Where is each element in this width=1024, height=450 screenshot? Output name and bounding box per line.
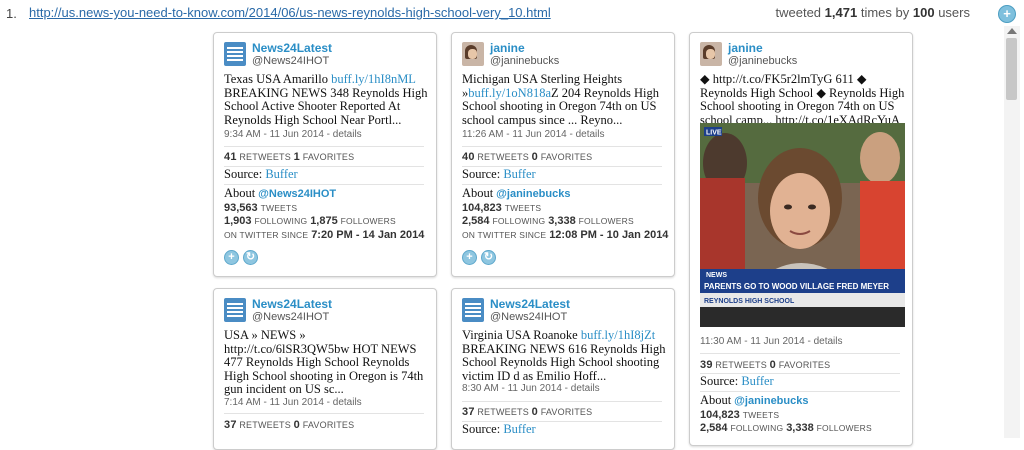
tweet-card: News24Latest @News24IHOT Texas USA Amari… xyxy=(213,32,437,277)
divider xyxy=(462,401,662,402)
tweet-link[interactable]: buff.ly/1hI8jZt xyxy=(581,328,655,342)
engagement-counts: 40 RETWEETS 0 FAVORITES xyxy=(462,151,593,163)
user-about: About @janinebucks 104,823 TWEETS 2,584 … xyxy=(462,186,669,241)
tweet-timestamp[interactable]: 9:34 AM - 11 Jun 2014 - details xyxy=(224,129,362,140)
card-actions: + ↻ xyxy=(224,249,262,265)
photo-news-tag: NEWS xyxy=(706,272,727,279)
tweet-text: Texas USA Amarillo buff.ly/1hI8nML BREAK… xyxy=(224,72,428,127)
photo-banner-text: PARENTS GO TO WOOD VILLAGE FRED MEYER xyxy=(704,282,889,291)
user-handle: @janinebucks xyxy=(490,55,560,67)
about-handle-link[interactable]: @janinebucks xyxy=(734,395,808,407)
result-header: 1. http://us.news-you-need-to-know.com/2… xyxy=(0,0,1000,26)
user-handle: @News24IHOT xyxy=(490,311,568,323)
user-name[interactable]: News24Latest xyxy=(252,41,332,55)
tweet-timestamp[interactable]: 7:14 AM - 11 Jun 2014 - details xyxy=(224,397,362,408)
divider xyxy=(700,353,900,354)
user-name[interactable]: janine xyxy=(490,41,525,55)
divider xyxy=(462,146,662,147)
engagement-counts: 37 RETWEETS 0 FAVORITES xyxy=(462,406,593,418)
about-handle-link[interactable]: @News24IHOT xyxy=(258,188,336,200)
card-actions: + ↻ xyxy=(462,249,500,265)
user-about: About @janinebucks 104,823 TWEETS 2,584 … xyxy=(700,393,872,434)
retweet-icon[interactable]: ↻ xyxy=(243,250,258,265)
divider xyxy=(700,391,900,392)
user-handle: @News24IHOT xyxy=(252,311,330,323)
tweet-card: News24Latest @News24IHOT Virginia USA Ro… xyxy=(451,288,675,450)
tweet-source: Source: Buffer xyxy=(462,167,536,181)
newspaper-icon[interactable] xyxy=(224,42,246,66)
result-url-link[interactable]: http://us.news-you-need-to-know.com/2014… xyxy=(29,5,551,20)
tweet-text: ◆ http://t.co/FK5r2lmTyG 611 ◆ Reynolds … xyxy=(700,72,905,127)
user-name[interactable]: News24Latest xyxy=(490,297,570,311)
user-about: About @News24IHOT 93,563 TWEETS 1,903 FO… xyxy=(224,186,425,241)
engagement-counts: 41 RETWEETS 1 FAVORITES xyxy=(224,151,355,163)
tweet-card: janine @janinebucks Michigan USA Sterlin… xyxy=(451,32,675,277)
tweet-text: Michigan USA Sterling Heights »buff.ly/1… xyxy=(462,72,659,127)
scrollbar-thumb[interactable] xyxy=(1006,38,1017,100)
tweet-timestamp[interactable]: 11:30 AM - 11 Jun 2014 - details xyxy=(700,336,843,347)
tweet-photo[interactable]: LIVE NEWS PARENTS GO TO WOOD VILLAGE FRE… xyxy=(700,123,905,327)
user-name[interactable]: janine xyxy=(728,41,763,55)
tweet-source: Source: Buffer xyxy=(700,374,774,388)
source-link[interactable]: Buffer xyxy=(741,374,773,388)
user-handle: @News24IHOT xyxy=(252,55,330,67)
source-link[interactable]: Buffer xyxy=(503,167,535,181)
tweet-count: 1,471 xyxy=(824,5,858,20)
scroll-up-arrow-icon[interactable] xyxy=(1007,28,1017,34)
source-link[interactable]: Buffer xyxy=(265,167,297,181)
divider xyxy=(224,413,424,414)
live-tag: LIVE xyxy=(706,130,722,137)
result-index: 1. xyxy=(6,6,17,21)
photo-subbanner-text: REYNOLDS HIGH SCHOOL xyxy=(704,298,795,305)
tweet-source: Source: Buffer xyxy=(224,167,298,181)
news-photo-image: LIVE NEWS PARENTS GO TO WOOD VILLAGE FRE… xyxy=(700,123,905,327)
divider xyxy=(224,184,424,185)
user-count: 100 xyxy=(912,5,935,20)
newspaper-icon[interactable] xyxy=(224,298,246,322)
tweet-link[interactable]: buff.ly/1hI8nML xyxy=(331,72,415,86)
newspaper-icon[interactable] xyxy=(462,298,484,322)
tweet-timestamp[interactable]: 8:30 AM - 11 Jun 2014 - details xyxy=(462,383,600,394)
tweet-card: News24Latest @News24IHOT USA » NEWS » ht… xyxy=(213,288,437,450)
user-handle: @janinebucks xyxy=(728,55,798,67)
engagement-counts: 39 RETWEETS 0 FAVORITES xyxy=(700,359,831,371)
about-handle-link[interactable]: @janinebucks xyxy=(496,188,570,200)
avatar[interactable] xyxy=(700,42,722,66)
tweet-card: janine @janinebucks ◆ http://t.co/FK5r2l… xyxy=(689,32,913,446)
tweet-timestamp[interactable]: 11:26 AM - 11 Jun 2014 - details xyxy=(462,129,605,140)
retweet-icon[interactable]: ↻ xyxy=(481,250,496,265)
avatar[interactable] xyxy=(462,42,484,66)
tweet-text: Virginia USA Roanoke buff.ly/1hI8jZt BRE… xyxy=(462,328,666,383)
tweet-stats: tweeted 1,471 times by 100 users xyxy=(775,5,971,20)
tweet-text: USA » NEWS » http://t.co/6lSR3QW5bw HOT … xyxy=(224,328,424,396)
divider xyxy=(462,184,662,185)
user-name[interactable]: News24Latest xyxy=(252,297,332,311)
tweet-link[interactable]: buff.ly/1oN818a xyxy=(468,86,551,100)
scrollbar[interactable] xyxy=(1004,26,1020,438)
engagement-counts: 37 RETWEETS 0 FAVORITES xyxy=(224,419,355,431)
plus-circle-icon[interactable]: + xyxy=(224,250,239,265)
plus-circle-icon[interactable]: + xyxy=(998,5,1016,23)
source-link[interactable]: Buffer xyxy=(503,422,535,436)
tweet-source: Source: Buffer xyxy=(462,422,536,436)
divider xyxy=(224,146,424,147)
plus-circle-icon[interactable]: + xyxy=(462,250,477,265)
